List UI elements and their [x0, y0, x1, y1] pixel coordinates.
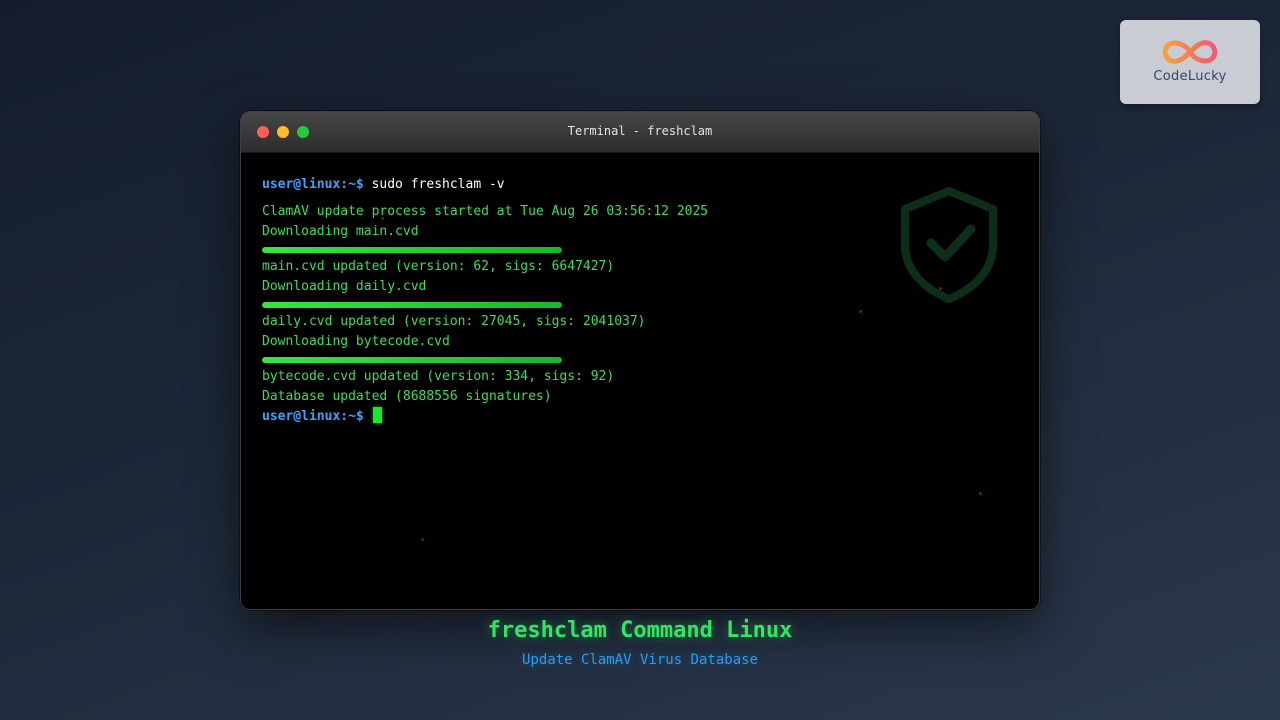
output-line: Downloading daily.cvd — [262, 279, 427, 294]
logo-text: CodeLucky — [1153, 69, 1227, 84]
text-cursor — [372, 407, 382, 423]
terminal-output: user@linux:~$ sudo freshclam -v ClamAV u… — [262, 175, 1019, 427]
infinity-icon — [1162, 40, 1218, 64]
output-line: daily.cvd updated (version: 27045, sigs:… — [262, 314, 646, 329]
progress-bar-main — [262, 242, 1019, 257]
codelucky-logo[interactable]: CodeLucky — [1120, 20, 1260, 104]
window-title: Terminal - freshclam — [567, 124, 713, 138]
output-line: bytecode.cvd updated (version: 334, sigs… — [262, 369, 615, 384]
output-line: Database updated (8688556 signatures) — [262, 389, 552, 404]
caption-title: freshclam Command Linux — [487, 618, 793, 643]
decor-particle — [421, 538, 424, 541]
output-line: Downloading bytecode.cvd — [262, 334, 450, 349]
terminal-window[interactable]: Terminal - freshclam user@linux:~$ sudo … — [240, 111, 1040, 610]
command-line: user@linux:~$ sudo freshclam -v — [262, 175, 1019, 195]
terminal-screen[interactable]: user@linux:~$ sudo freshclam -v ClamAV u… — [241, 153, 1039, 609]
command-text: sudo freshclam -v — [363, 177, 505, 192]
decor-particle — [979, 492, 982, 495]
progress-bar-daily — [262, 297, 1019, 312]
title-bar[interactable]: Terminal - freshclam — [241, 112, 1039, 153]
output-line: main.cvd updated (version: 62, sigs: 664… — [262, 259, 615, 274]
prompt: user@linux:~$ — [262, 177, 364, 192]
output-line: ClamAV update process started at Tue Aug… — [262, 204, 709, 219]
caption-subtitle: Update ClamAV Virus Database — [521, 652, 758, 668]
output-line: Downloading main.cvd — [262, 224, 419, 239]
final-prompt-line[interactable]: user@linux:~$ — [262, 407, 1019, 427]
prompt: user@linux:~$ — [262, 409, 364, 424]
progress-bar-bytecode — [262, 352, 1019, 367]
